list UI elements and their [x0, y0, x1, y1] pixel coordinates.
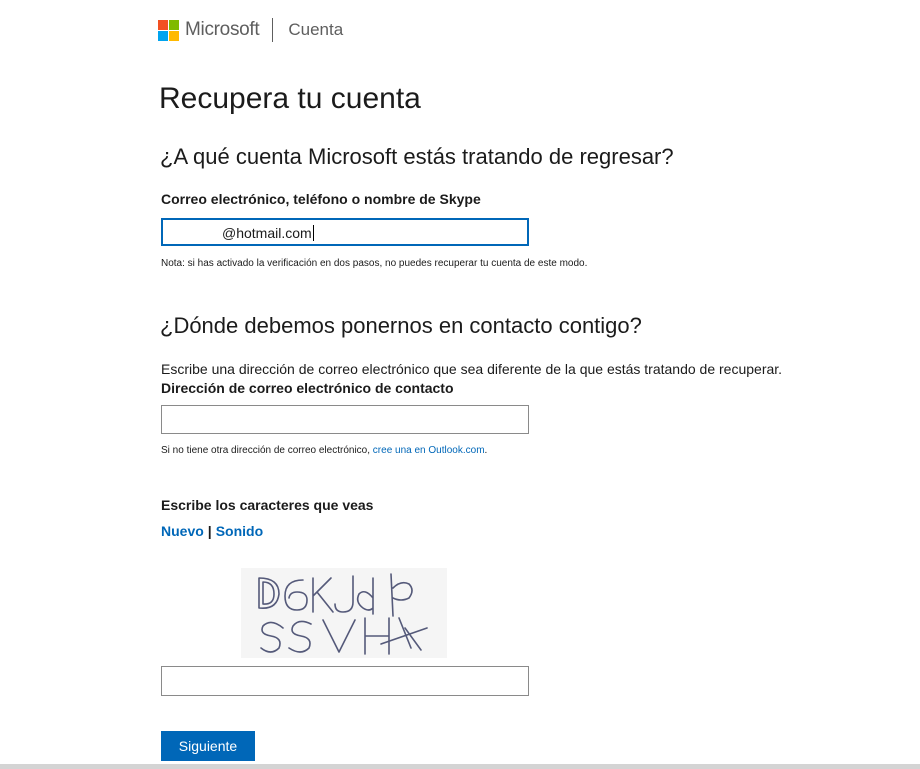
captcha-links: Nuevo | Sonido [161, 523, 263, 539]
account-field-label: Correo electrónico, teléfono o nombre de… [161, 191, 481, 207]
captcha-new-link[interactable]: Nuevo [161, 523, 204, 539]
text-caret [312, 225, 314, 241]
contact-heading: ¿Dónde debemos ponernos en contacto cont… [160, 313, 642, 338]
account-email-input[interactable] [161, 218, 529, 246]
captcha-label: Escribe los caracteres que veas [161, 497, 374, 513]
create-outlook-link[interactable]: cree una en Outlook.com [373, 445, 485, 456]
account-heading: ¿A qué cuenta Microsoft estás tratando d… [160, 144, 674, 169]
header-section: Cuenta [288, 20, 344, 39]
captcha-image [241, 568, 447, 658]
microsoft-logo-icon [158, 19, 179, 41]
contact-note-text: Si no tiene otra dirección de correo ele… [161, 445, 373, 456]
logo-square-yellow [169, 30, 179, 41]
contact-description: Escribe una dirección de correo electrón… [161, 361, 783, 377]
two-step-note: Nota: si has activado la verificación en… [161, 258, 588, 269]
contact-note-suffix: . [484, 445, 488, 456]
next-button[interactable]: Siguiente [161, 731, 255, 761]
brand-name: Microsoft [185, 19, 260, 40]
window-bottom-edge [0, 764, 920, 769]
header-divider [272, 18, 274, 42]
account-email-text: @hotmail.com [222, 225, 312, 241]
captcha-glyphs [258, 573, 428, 655]
header: Microsoft Cuenta [158, 18, 343, 42]
logo-square-green [169, 19, 179, 30]
page-title: Recupera tu cuenta [159, 82, 421, 115]
contact-note: Si no tiene otra dirección de correo ele… [161, 445, 487, 456]
captcha-input[interactable] [161, 666, 529, 696]
logo-square-blue [158, 30, 168, 41]
contact-field-label: Dirección de correo electrónico de conta… [161, 380, 454, 396]
recovery-page: Microsoft Cuenta Recupera tu cuenta ¿A q… [0, 0, 920, 769]
captcha-link-separator: | [207, 523, 212, 539]
logo-square-red [158, 19, 168, 30]
captcha-audio-link[interactable]: Sonido [216, 523, 263, 539]
contact-email-input[interactable] [161, 405, 529, 434]
account-email-value: @hotmail.com [222, 225, 314, 241]
